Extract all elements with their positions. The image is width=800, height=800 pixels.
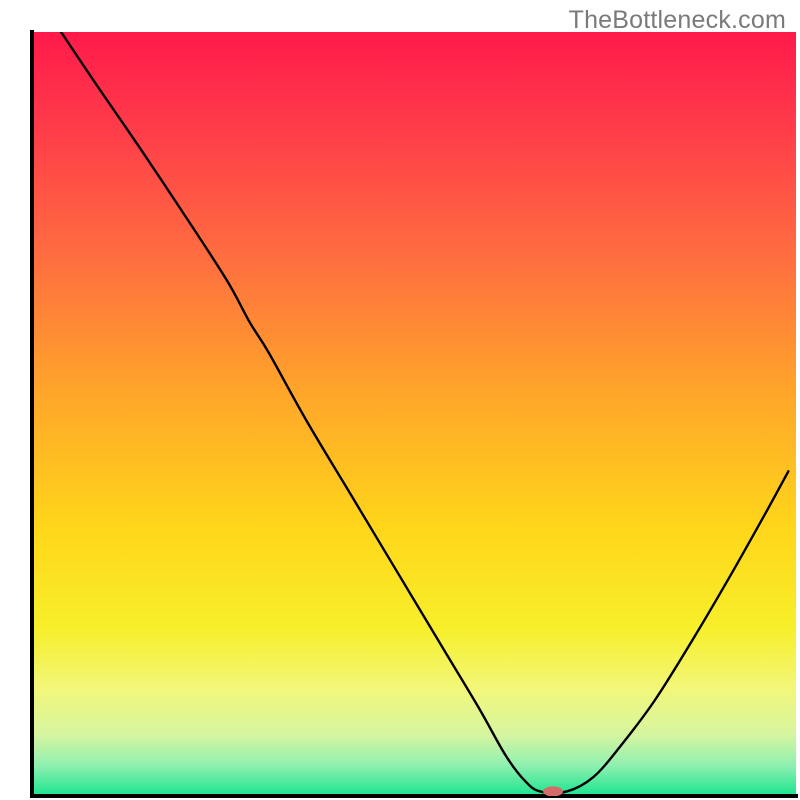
optimal-marker [543,786,563,796]
watermark-text: TheBottleneck.com [569,6,786,35]
chart-container: TheBottleneck.com [0,0,800,800]
plot-background [32,32,796,796]
bottleneck-chart [0,0,800,800]
